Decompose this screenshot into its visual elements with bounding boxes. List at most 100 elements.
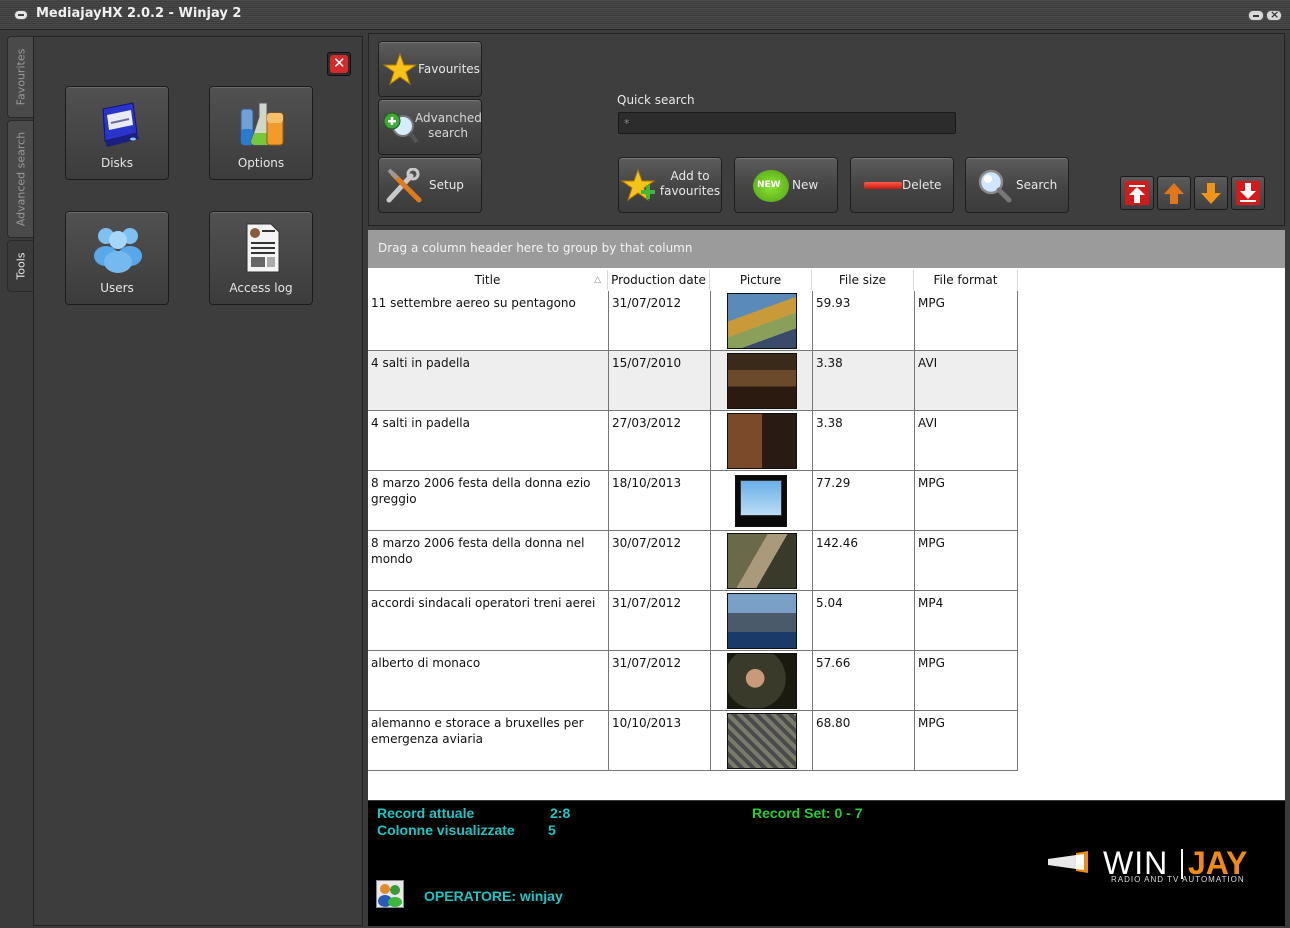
minimize-button[interactable]	[1248, 10, 1264, 21]
operator-users-icon	[376, 880, 404, 908]
flasks-icon	[240, 102, 284, 146]
access-log-button[interactable]: Access log	[209, 211, 313, 305]
table-row[interactable]: 8 marzo 2006 festa della donna ezio greg…	[368, 471, 1018, 531]
table-row[interactable]: accordi sindacali operatori treni aerei …	[368, 591, 1018, 651]
cell-file-size: 77.29	[813, 471, 915, 531]
table-row[interactable]: 8 marzo 2006 festa della donna nel mondo…	[368, 531, 1018, 591]
table-row[interactable]: alemanno e storace a bruxelles per emerg…	[368, 711, 1018, 771]
delete-label: Delete	[902, 178, 942, 192]
cell-date: 30/07/2012	[609, 531, 711, 591]
tab-favourites-label: Favourites	[14, 48, 28, 106]
cell-picture	[711, 591, 813, 651]
app-window: MediajayHX 2.0.2 - Winjay 2 Favourites A…	[0, 0, 1290, 928]
column-header-production-date[interactable]: Production date	[608, 270, 710, 290]
advanced-search-button[interactable]: Advanched search	[378, 99, 482, 155]
column-title-label: Title	[474, 273, 501, 287]
column-header-picture[interactable]: Picture	[710, 270, 812, 290]
cell-date: 18/10/2013	[609, 471, 711, 531]
cell-file-format: MPG	[915, 651, 1018, 711]
system-menu-icon[interactable]	[14, 10, 28, 20]
window-title: MediajayHX 2.0.2 - Winjay 2	[36, 6, 242, 21]
new-label: New	[792, 178, 819, 192]
record-set-range: Record Set: 0 - 7	[752, 805, 863, 821]
tools-panel: Disks Options Users	[33, 36, 363, 926]
next-record-button[interactable]	[1194, 176, 1228, 210]
winjay-logo: WIN JAY RADIO AND TV AUTOMATION	[1048, 845, 1278, 895]
tab-tools[interactable]: Tools	[7, 240, 34, 292]
cell-title: 4 salti in padella	[368, 411, 609, 471]
no-preview-icon	[735, 475, 787, 527]
table-row[interactable]: alberto di monaco 31/07/2012 57.66 MPG	[368, 651, 1018, 711]
winjay-logo-mark	[1048, 851, 1088, 873]
users-icon	[94, 228, 142, 273]
cell-date: 10/10/2013	[609, 711, 711, 771]
previous-record-button[interactable]	[1157, 176, 1191, 210]
thumbnail-image	[727, 293, 797, 349]
cell-file-format: AVI	[915, 411, 1018, 471]
thumbnail-image	[727, 593, 797, 649]
table-row[interactable]: 11 settembre aereo su pentagono 31/07/20…	[368, 291, 1018, 351]
table-row-selected[interactable]: 4 salti in padella 15/07/2010 3.38 AVI	[368, 351, 1018, 411]
group-by-panel[interactable]: Drag a column header here to group by th…	[368, 230, 1285, 268]
column-date-label: Production date	[611, 273, 706, 287]
cell-file-size: 3.38	[813, 411, 915, 471]
delete-button[interactable]: Delete	[850, 157, 954, 213]
cell-date: 31/07/2012	[609, 291, 711, 351]
favourites-button[interactable]: Favourites	[378, 41, 482, 97]
quick-search-label: Quick search	[617, 93, 695, 107]
last-record-button[interactable]	[1231, 176, 1265, 210]
cell-picture	[711, 411, 813, 471]
users-button[interactable]: Users	[65, 211, 169, 305]
status-panel: Record attuale 2:8 Colonne visualizzate …	[368, 801, 1285, 926]
table-row[interactable]: 4 salti in padella 27/03/2012 3.38 AVI	[368, 411, 1018, 471]
cell-picture	[711, 471, 813, 531]
star-icon	[383, 52, 417, 86]
access-log-label: Access log	[229, 281, 293, 295]
arrow-up-icon	[1164, 183, 1184, 204]
tab-advanced-search[interactable]: Advanced search	[7, 120, 34, 238]
new-badge-text: NEW	[757, 180, 781, 190]
add-to-favourites-button[interactable]: Add to favourites	[618, 157, 722, 213]
media-grid: Drag a column header here to group by th…	[368, 230, 1285, 800]
logo-tagline: RADIO AND TV AUTOMATION	[1111, 875, 1245, 884]
search-label: Search	[1016, 178, 1058, 192]
setup-button[interactable]: Setup	[378, 157, 482, 213]
add-to-favourites-label-1: Add to	[670, 169, 710, 183]
cell-title: alberto di monaco	[368, 651, 609, 711]
add-to-favourites-label-2: favourites	[659, 184, 721, 198]
cell-file-size: 142.46	[813, 531, 915, 591]
cell-file-format: MPG	[915, 471, 1018, 531]
column-header-title[interactable]: Title △	[368, 270, 608, 290]
cell-date: 27/03/2012	[609, 411, 711, 471]
cell-title: 4 salti in padella	[368, 351, 609, 411]
disks-button[interactable]: Disks	[65, 86, 169, 180]
operator-name: OPERATORE: winjay	[424, 888, 563, 904]
close-window-button[interactable]	[1266, 8, 1282, 21]
new-button[interactable]: NEW New	[734, 157, 838, 213]
columns-shown-label: Colonne visualizzate	[377, 822, 515, 838]
cell-title: accordi sindacali operatori treni aerei	[368, 591, 609, 651]
first-record-button[interactable]	[1120, 176, 1154, 210]
cell-file-size: 5.04	[813, 591, 915, 651]
cell-picture	[711, 531, 813, 591]
quick-search-input[interactable]	[618, 112, 956, 134]
search-button[interactable]: Search	[965, 157, 1069, 213]
column-header-file-format[interactable]: File format	[914, 270, 1018, 290]
advanced-search-label-1: Advanched	[415, 111, 482, 125]
thumbnail-image	[727, 353, 797, 409]
cell-picture	[711, 651, 813, 711]
cell-date: 31/07/2012	[609, 591, 711, 651]
close-panel-button[interactable]	[327, 52, 351, 76]
cell-picture	[711, 351, 813, 411]
cell-date: 15/07/2010	[609, 351, 711, 411]
cell-file-format: MPG	[915, 291, 1018, 351]
toolbar: Favourites Advanched search Setup Quick s…	[368, 33, 1285, 226]
cell-file-format: MPG	[915, 711, 1018, 771]
side-tabs: Favourites Advanced search Tools	[7, 36, 34, 926]
tab-favourites[interactable]: Favourites	[7, 36, 34, 118]
column-header-file-size[interactable]: File size	[812, 270, 914, 290]
cell-file-format: AVI	[915, 351, 1018, 411]
disks-label: Disks	[100, 156, 134, 170]
options-button[interactable]: Options	[209, 86, 313, 180]
cell-picture	[711, 291, 813, 351]
